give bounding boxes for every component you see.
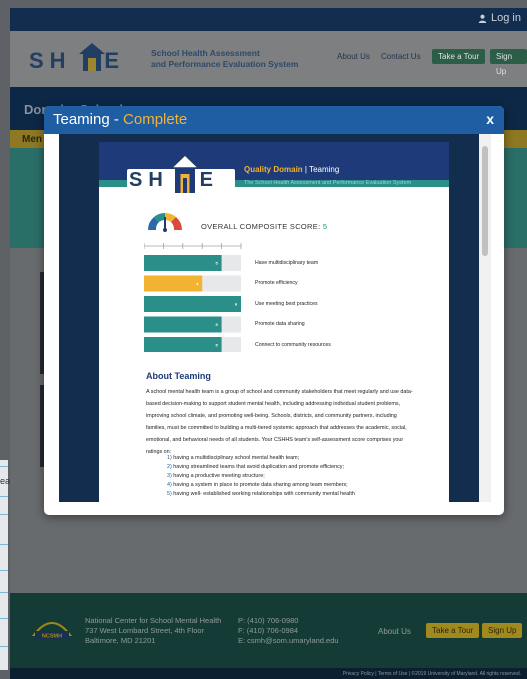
gauge-icon	[147, 212, 183, 232]
ncsmh-logo-text: NCSMH	[42, 634, 62, 640]
modal-title-separator: -	[109, 111, 124, 128]
footer-email[interactable]: E: csmh@som.umaryland.edu	[238, 636, 339, 646]
viewer-scrollbar[interactable]	[479, 134, 491, 502]
report-page: The School Health Assessment and Perform…	[99, 142, 449, 502]
domain-name: Teaming	[309, 165, 340, 174]
bar-category-label: Have multidisciplinary team	[255, 259, 319, 266]
subtitle-line-1: School Health Assessment	[151, 48, 260, 58]
top-bar: Log in	[10, 8, 527, 31]
ratings-list-item: 3) having a productive meeting structure…	[167, 472, 417, 481]
quality-domain-label: Quality Domain | Teaming	[244, 165, 339, 174]
sign-up-button[interactable]: Sign Up	[490, 49, 527, 76]
overall-score-text: OVERALL COMPOSITE SCORE:	[201, 222, 321, 231]
domain-separator: |	[304, 165, 307, 174]
footer-about-link[interactable]: About Us	[378, 627, 411, 636]
side-list-line	[0, 646, 8, 647]
ncsmh-logo-icon: NCSMH	[32, 622, 72, 640]
house-logo-icon	[171, 154, 199, 193]
bar-category-label: Promote data sharing	[255, 321, 305, 327]
chart-bar	[144, 255, 222, 271]
side-list-line	[0, 514, 8, 515]
bar-chart: 12345654655	[144, 243, 242, 352]
ratings-item-text: having a system in place to promote data…	[173, 482, 348, 488]
ratings-list-item: 4) having a system in place to promote d…	[167, 481, 417, 490]
nav-contact-link[interactable]: Contact Us	[381, 52, 421, 61]
footer-city: Baltimore, MD 21201	[85, 636, 156, 645]
modal-header: Teaming - Complete x	[44, 106, 504, 134]
ratings-item-text: having streamlined teams that avoid dupl…	[173, 464, 344, 470]
login-label: Log in	[491, 12, 521, 24]
quality-domain-text: Quality Domain	[244, 165, 303, 174]
take-tour-button[interactable]: Take a Tour	[432, 49, 486, 64]
menu-bar-label[interactable]: Men	[22, 134, 42, 145]
copyright-text: Privacy Policy | Terms of Use | ©2019 Un…	[342, 671, 521, 677]
footer-address: National Center for School Mental Health…	[85, 616, 221, 646]
page: Log in SH PE School Health Assessment an…	[0, 0, 527, 679]
ratings-item-text: having a multidisciplinary school mental…	[173, 455, 300, 461]
footer-signup-button[interactable]: Sign Up	[482, 623, 523, 638]
modal-title-status: Complete	[123, 111, 188, 128]
footer-contact: P: (410) 706-0980 F: (410) 706-0984 E: c…	[238, 616, 339, 646]
side-list-line	[0, 496, 8, 497]
subtitle-line-2: and Performance Evaluation System	[151, 59, 299, 69]
side-list-line	[0, 544, 8, 545]
footer-tour-button[interactable]: Take a Tour	[426, 623, 480, 638]
pdf-viewer[interactable]: The School Health Assessment and Perform…	[59, 134, 491, 502]
footer-phone: P: (410) 706-0980	[238, 616, 299, 625]
footer-street: 737 West Lombard Street, 4th Floor	[85, 626, 205, 635]
report-stripe-text: The School Health Assessment and Perform…	[244, 180, 412, 186]
footer-fax: F: (410) 706-0984	[238, 626, 299, 635]
chart-bar	[144, 275, 203, 292]
bar-category-label: Use meeting best practices	[255, 300, 318, 307]
bar-category-label: Promote efficiency	[255, 280, 298, 286]
close-button[interactable]: x	[486, 111, 494, 127]
ratings-list-item: 2) having streamlined teams that avoid d…	[167, 463, 417, 472]
side-list-line	[0, 618, 8, 619]
cut-off-text: ea	[0, 476, 11, 486]
side-list-strip	[0, 460, 8, 670]
shape-logo[interactable]: SH PE	[29, 42, 149, 74]
overall-score-value: 5	[322, 222, 328, 231]
ratings-item-text: having a productive meeting structure;	[173, 473, 265, 479]
house-logo-icon	[79, 43, 105, 71]
modal-title: Teaming - Complete	[53, 111, 187, 128]
scrollbar-thumb[interactable]	[482, 146, 488, 256]
chart-bar	[144, 296, 241, 312]
about-title: About Teaming	[146, 371, 211, 381]
user-icon	[478, 14, 487, 23]
chart-bar	[144, 316, 222, 333]
side-list-line	[0, 466, 8, 467]
report-logo: SH PE	[127, 154, 235, 200]
login-link[interactable]: Log in	[478, 12, 521, 24]
side-list-line	[0, 592, 8, 593]
modal-title-main: Teaming	[53, 111, 110, 128]
side-list-line	[0, 570, 8, 571]
ratings-list-item: 5) having well- established working rela…	[167, 490, 417, 499]
footer-org-name: National Center for School Mental Health	[85, 616, 222, 625]
teaming-modal: Teaming - Complete x The School Health A…	[44, 106, 504, 515]
about-text: A school mental health team is a group o…	[146, 389, 413, 455]
ratings-list-item: 1) having a multidisciplinary school men…	[167, 454, 417, 463]
logo-subtitle: School Health Assessment and Performance…	[151, 48, 298, 70]
ratings-item-text: having well- established working relatio…	[173, 491, 355, 497]
bar-category-label: Connect to community resources	[255, 341, 331, 348]
overall-score-label: OVERALL COMPOSITE SCORE: 5	[201, 222, 327, 231]
ratings-list: 1) having a multidisciplinary school men…	[167, 454, 417, 499]
site-header: SH PE School Health Assessment and Perfo…	[10, 31, 527, 87]
chart-bar	[144, 337, 222, 352]
nav-about-link[interactable]: About Us	[337, 52, 370, 61]
